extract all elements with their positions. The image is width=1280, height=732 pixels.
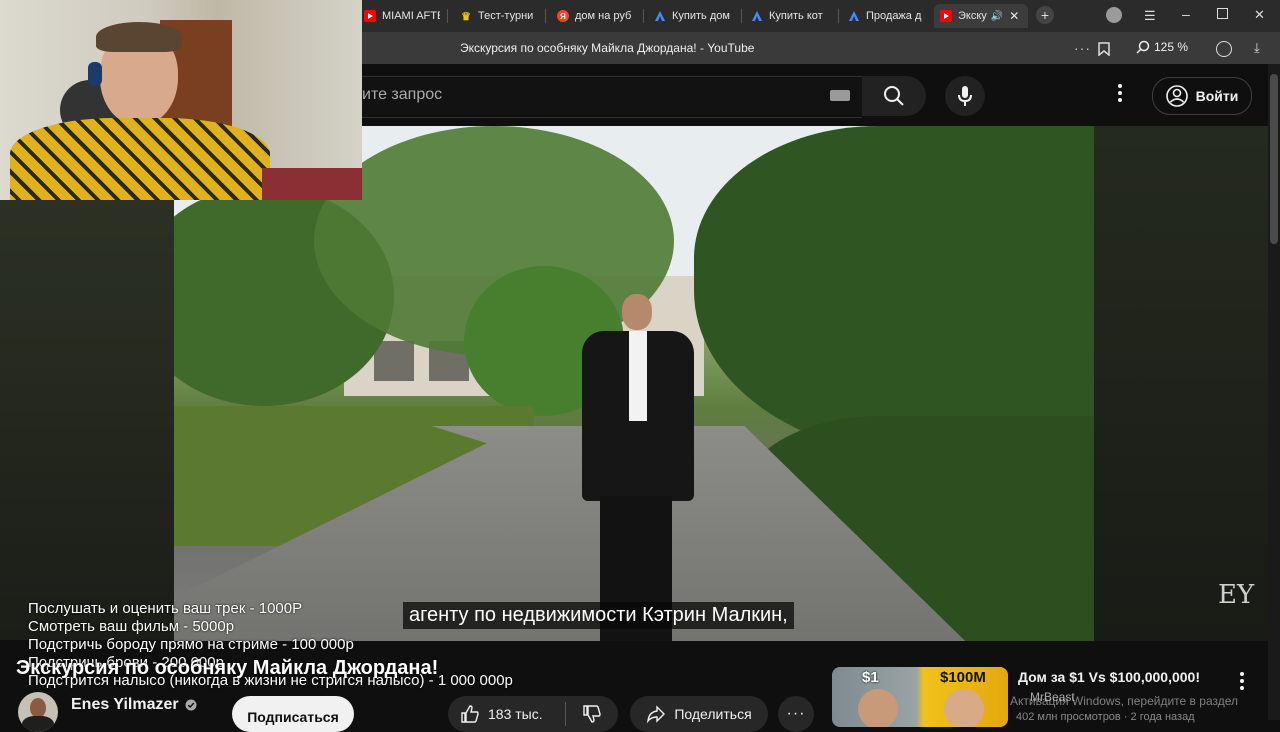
- menu-hamburger-icon[interactable]: ☰: [1144, 8, 1156, 24]
- headphones-icon: [88, 62, 102, 86]
- video-person-shirt: [629, 331, 647, 421]
- video-house-window: [374, 341, 414, 381]
- webcam-shirt: [10, 118, 270, 200]
- thumbs-down-icon: [583, 705, 601, 723]
- verified-check-icon: [185, 699, 197, 711]
- close-tab-icon[interactable]: ✕: [1009, 9, 1019, 23]
- tab-yandex-search[interactable]: Я дом на руб: [557, 4, 637, 28]
- bookmark-icon[interactable]: [1098, 42, 1110, 61]
- avito-icon: [751, 10, 763, 22]
- share-arrow-icon: [647, 705, 666, 723]
- tab-label: Экску: [958, 10, 987, 22]
- zoom-magnifier-icon: [1136, 40, 1150, 54]
- tab-label: Купить дом: [672, 10, 730, 22]
- video-blur-left: [0, 200, 174, 640]
- close-window-icon[interactable]: ✕: [1254, 7, 1265, 23]
- channel-avatar[interactable]: [18, 692, 58, 732]
- new-tab-plus-icon[interactable]: +: [1036, 6, 1054, 24]
- media-play-icon[interactable]: [1216, 41, 1232, 57]
- tab-excursion-active[interactable]: Экску 🔊 ✕: [934, 4, 1028, 28]
- thumbs-up-icon: [461, 705, 479, 723]
- video-blur-right: [1094, 126, 1268, 641]
- tab-buy-house[interactable]: Купить дом: [654, 4, 734, 28]
- like-button[interactable]: 183 тыс.: [448, 704, 565, 724]
- search-icon: [884, 86, 904, 106]
- channel-name[interactable]: Enes Yilmazer: [71, 696, 197, 714]
- yandex-icon: Я: [557, 10, 569, 22]
- youtube-favicon-icon: [364, 10, 376, 22]
- recommended-thumbnail[interactable]: $1 $100M: [832, 667, 1008, 727]
- more-actions-button[interactable]: ···: [778, 696, 814, 732]
- minimize-window-icon[interactable]: –: [1182, 6, 1190, 22]
- profile-avatar-icon[interactable]: [1106, 7, 1122, 23]
- thumb-label-right: $100M: [940, 669, 986, 686]
- video-tree-right: [694, 126, 1094, 456]
- recommended-title[interactable]: Дом за $1 Vs $100,000,000!: [1018, 669, 1200, 685]
- tab-divider: [838, 9, 839, 23]
- search-input[interactable]: ите запрос: [362, 86, 442, 104]
- settings-dots-icon[interactable]: [1118, 84, 1122, 102]
- tab-label: MIAMI AFTE: [382, 10, 440, 22]
- streamer-webcam: [0, 0, 362, 200]
- microphone-icon: [958, 86, 972, 106]
- zoom-level: 125 %: [1154, 40, 1189, 54]
- thumb-face-left: [858, 689, 898, 727]
- tab-label: Тест-турни: [478, 10, 534, 22]
- sign-in-button[interactable]: Войти: [1152, 77, 1252, 115]
- speaker-icon[interactable]: 🔊: [991, 11, 1003, 22]
- share-button[interactable]: Поделиться: [630, 696, 768, 732]
- webcam-blanket: [262, 168, 362, 200]
- donation-line: Подстричь бороду прямо на стриме - 100 0…: [28, 636, 354, 653]
- dislike-button[interactable]: [566, 704, 618, 724]
- like-dislike-group: 183 тыс.: [448, 696, 618, 732]
- tab-label: Продажа д: [866, 10, 922, 22]
- download-icon[interactable]: ⤓: [1254, 40, 1260, 56]
- avito-icon: [848, 10, 860, 22]
- subscribe-button[interactable]: Подписаться: [232, 696, 354, 732]
- tab-miami[interactable]: MIAMI AFTE: [364, 4, 440, 28]
- page-title: Экскурсия по особняку Майкла Джордана! -…: [460, 41, 755, 55]
- webcam-hair: [96, 22, 182, 52]
- voice-search-button[interactable]: [945, 76, 985, 116]
- account-icon: [1165, 85, 1188, 107]
- search-button[interactable]: [862, 76, 926, 116]
- tab-house-sale[interactable]: Продажа д: [848, 4, 928, 28]
- restore-window-icon[interactable]: [1217, 8, 1228, 19]
- tab-divider: [643, 9, 644, 23]
- thumb-label-left: $1: [862, 669, 879, 686]
- scrollbar-thumb[interactable]: [1270, 74, 1278, 244]
- tab-label: Купить кот: [769, 10, 823, 22]
- thumb-face-right: [944, 689, 984, 727]
- channel-watermark: EY: [1218, 580, 1255, 610]
- trophy-icon: ♛: [461, 10, 471, 23]
- sign-in-label: Войти: [1195, 88, 1239, 104]
- recommended-views: 402 млн просмотров · 2 года назад: [1016, 711, 1195, 723]
- more-dots-icon[interactable]: ···: [1074, 40, 1091, 56]
- tab-label: дом на руб: [575, 10, 632, 22]
- more-dots-icon: ···: [786, 705, 806, 722]
- tab-divider: [447, 9, 448, 23]
- youtube-favicon-icon: [940, 10, 952, 22]
- keyboard-icon[interactable]: [830, 90, 850, 101]
- video-person-head: [622, 294, 652, 330]
- video-title: Экскурсия по особняку Майкла Джордана!: [16, 657, 439, 679]
- avito-icon: [654, 10, 666, 22]
- tab-test-tournament[interactable]: ♛ Тест-турни: [460, 4, 540, 28]
- tab-buy-cottage[interactable]: Купить кот: [751, 4, 831, 28]
- activate-windows-watermark: Активация Windows, перейдите в раздел: [1010, 694, 1238, 708]
- recommended-menu-icon[interactable]: [1232, 670, 1252, 692]
- tab-divider: [545, 9, 546, 23]
- channel-name-label: Enes Yilmazer: [71, 696, 179, 713]
- zoom-indicator[interactable]: 125 %: [1136, 40, 1188, 54]
- video-player[interactable]: [174, 126, 1094, 641]
- donation-line: Смотреть ваш фильм - 5000р: [28, 618, 235, 635]
- tab-divider: [741, 9, 742, 23]
- donation-line: Послушать и оценить ваш трек - 1000Р: [28, 600, 303, 617]
